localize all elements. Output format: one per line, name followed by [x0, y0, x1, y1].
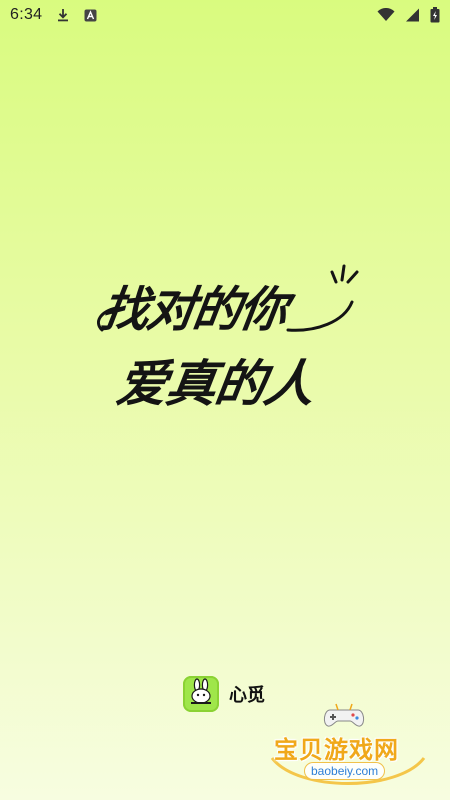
watermark-title: 宝贝游戏网: [274, 736, 399, 764]
battery-icon: [430, 7, 440, 23]
slogan-line-2: 爱真的人: [113, 354, 318, 413]
slogan-line-1: 找对的你: [97, 282, 290, 338]
rabbit-icon: [187, 678, 215, 710]
app-logo: [183, 676, 219, 712]
download-icon: [56, 8, 70, 22]
sparkle-icon: [330, 262, 360, 292]
a-notification-icon: [84, 9, 97, 22]
app-brand: 心觅: [183, 676, 265, 712]
swash-right-icon: [286, 296, 356, 340]
signal-icon: [405, 8, 420, 22]
watermark-url: baobeiy.com: [304, 762, 386, 780]
status-right: [377, 7, 440, 23]
status-bar: 6:34: [0, 0, 450, 30]
status-time: 6:34: [10, 6, 43, 23]
slogan-artwork: 找对的你 爱真的人: [90, 264, 370, 420]
status-left: 6:34: [10, 6, 97, 24]
watermark: 宝贝游戏网 baobeiy.com: [268, 702, 428, 792]
app-name: 心觅: [229, 685, 265, 706]
wifi-icon: [377, 8, 395, 22]
swash-left-icon: [90, 304, 120, 338]
